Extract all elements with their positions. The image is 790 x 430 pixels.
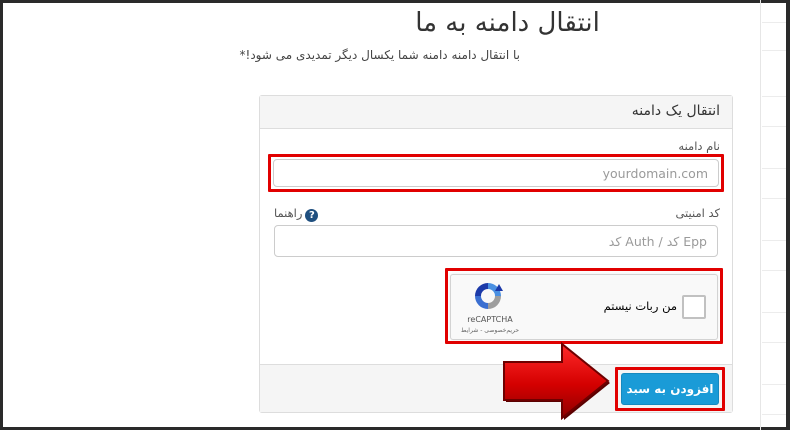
page-title-text: انتقال دامنه به ما [415,8,600,38]
recaptcha-widget: من ربات نیستم reCAPTCHA حریم‌خصوصی - شرا… [450,274,718,340]
recaptcha-logo-icon [475,283,503,309]
help-link-label: راهنما [274,206,303,220]
help-link[interactable]: ?راهنما [274,206,319,222]
add-to-cart-button[interactable]: افزودن به سبد [621,373,719,405]
page-subtitle: با انتقال دامنه دامنه شما یکسال دیگر تمد… [239,48,520,62]
domain-input[interactable] [273,159,719,187]
captcha-label: من ربات نیستم [603,299,677,313]
auth-code-input[interactable] [274,225,718,257]
red-arrow-pointer-icon [503,341,610,421]
question-circle-icon: ? [305,209,319,222]
card-header: انتقال یک دامنه [260,96,732,129]
screenshot-frame-top [0,0,790,3]
captcha-checkbox[interactable] [682,295,706,319]
auth-code-label: کد امنیتی [675,206,720,220]
page-title: انتقال دامنه به ما [0,8,740,38]
sidebar-separators [762,0,786,430]
domain-label: نام دامنه [678,139,720,153]
screenshot-frame-right [786,0,790,430]
sidebar-divider [760,0,761,430]
card-footer: افزودن به سبد [260,364,732,412]
transfer-domain-card: انتقال یک دامنه نام دامنه کد امنیتی ?راه… [259,95,733,413]
recaptcha-brand: reCAPTCHA [467,315,513,324]
recaptcha-privacy-terms: حریم‌خصوصی - شرایط [460,327,520,334]
screenshot-frame-left [0,0,3,430]
